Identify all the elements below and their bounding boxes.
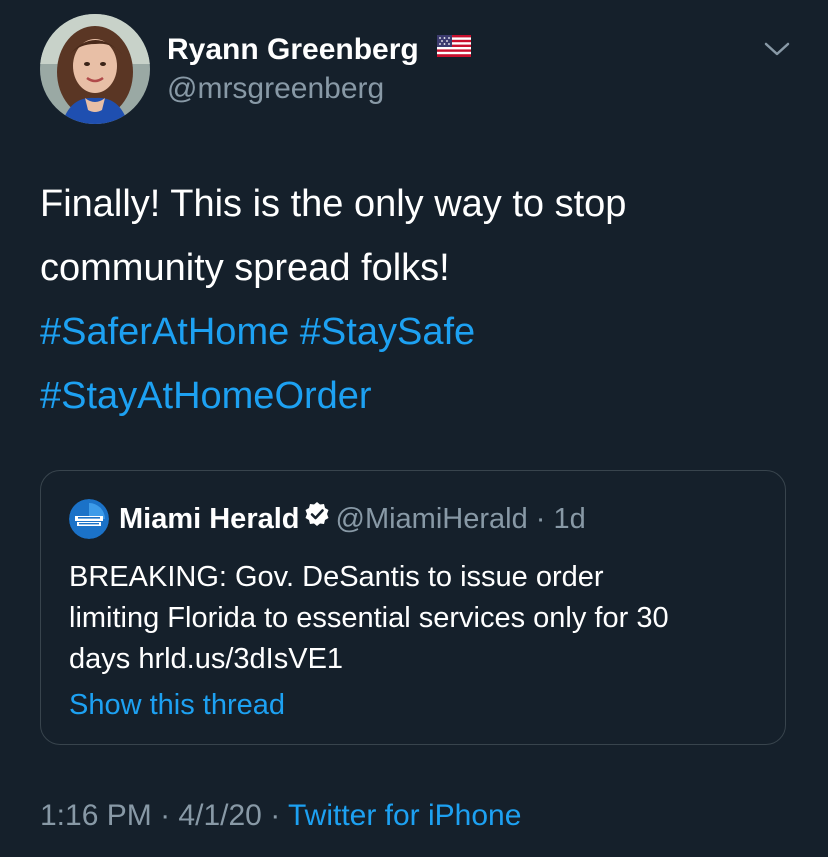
tweet-meta: 1:16 PM · 4/1/20 · Twitter for iPhone <box>40 797 521 835</box>
quoted-text-line: limiting Florida to essential services o… <box>69 602 669 634</box>
tweet-hashtag-line: #StayAtHomeOrder <box>40 364 800 428</box>
author-name[interactable]: Ryann Greenberg <box>167 30 472 68</box>
separator-dot: · <box>535 503 546 535</box>
author-name-text: Ryann Greenberg <box>167 33 419 66</box>
tweet-time: 1:16 PM <box>40 799 152 832</box>
quoted-author-avatar[interactable] <box>69 499 109 539</box>
quoted-tweet-card[interactable]: Miami Herald @MiamiHerald · 1d BREAKING:… <box>40 470 786 745</box>
tweet-detail: Ryann Greenberg @mrsgreenberg Finally! T… <box>0 0 828 857</box>
chevron-down-icon[interactable] <box>760 34 794 64</box>
verified-badge-icon <box>304 500 330 536</box>
tweet-date: 4/1/20 <box>178 799 262 832</box>
hashtag-link[interactable]: #StaySafe <box>300 311 475 353</box>
tweet-hashtag-line: #SaferAtHome #StaySafe <box>40 300 800 364</box>
show-thread-link[interactable]: Show this thread <box>69 687 285 723</box>
quoted-author-name[interactable]: Miami Herald <box>119 503 300 535</box>
us-flag-icon <box>437 30 472 66</box>
tweet-text-line: community spread folks! <box>40 247 450 289</box>
author-avatar[interactable] <box>40 14 150 124</box>
quoted-text-line: BREAKING: Gov. DeSantis to issue order <box>69 561 604 593</box>
quoted-author-handle[interactable]: @MiamiHerald <box>336 503 528 535</box>
quoted-tweet-age[interactable]: 1d <box>554 503 586 535</box>
tweet-text-line: Finally! This is the only way to stop <box>40 183 627 225</box>
quoted-tweet-header: Miami Herald @MiamiHerald · 1d <box>119 501 586 537</box>
separator-dot: · <box>270 799 281 832</box>
author-handle[interactable]: @mrsgreenberg <box>167 71 384 107</box>
hashtag-link[interactable]: #StayAtHomeOrder <box>40 375 372 417</box>
tweet-source-link[interactable]: Twitter for iPhone <box>288 799 521 832</box>
quoted-tweet-text: BREAKING: Gov. DeSantis to issue order l… <box>69 557 769 680</box>
tweet-text: Finally! This is the only way to stop co… <box>40 172 800 428</box>
separator-dot: · <box>160 799 171 832</box>
hashtag-link[interactable]: #SaferAtHome <box>40 311 289 353</box>
quoted-text-line: days hrld.us/3dIsVE1 <box>69 643 344 675</box>
